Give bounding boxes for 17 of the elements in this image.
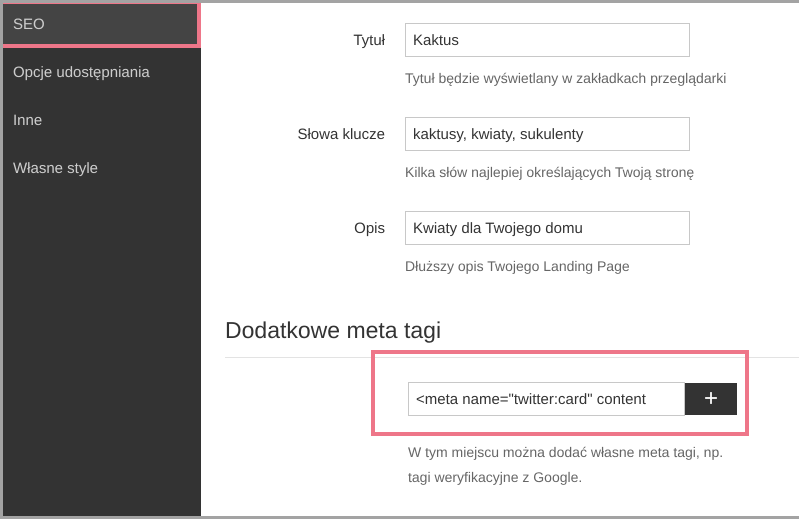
field-hint: Dłuższy opis Twojego Landing Page xyxy=(405,258,631,274)
meta-tag-input[interactable]: <meta name="twitter:card" content xyxy=(408,382,685,416)
field-hint: Kilka słów najlepiej określających Twoją stronę xyxy=(405,164,694,180)
sidebar-item[interactable]: Opcje udostępniania xyxy=(3,48,201,96)
input-field[interactable]: kaktusy, kwiaty, sukulenty xyxy=(405,117,690,151)
field-hint: Tytuł będzie wyświetlany w zakładkach przeglądarki xyxy=(405,70,726,86)
sidebar-item[interactable]: Własne style xyxy=(3,144,201,192)
field-label: Tytuł xyxy=(352,31,385,51)
sidebar-item[interactable]: Inne xyxy=(3,96,201,144)
add-button[interactable]: + xyxy=(685,383,737,415)
field-label: Opis xyxy=(353,219,385,239)
field-label: Słowa klucze xyxy=(296,125,385,145)
sidebar-item[interactable]: SEO xyxy=(3,3,201,48)
section-heading: Dodatkowe meta tagi xyxy=(225,317,442,345)
input-field[interactable]: Kwiaty dla Twojego domu xyxy=(405,211,690,245)
input-field[interactable]: Kaktus xyxy=(405,23,690,57)
meta-hint: W tym miejscu można dodać własne meta tagi, np. tagi weryfikacyjne z Google. xyxy=(408,443,724,487)
